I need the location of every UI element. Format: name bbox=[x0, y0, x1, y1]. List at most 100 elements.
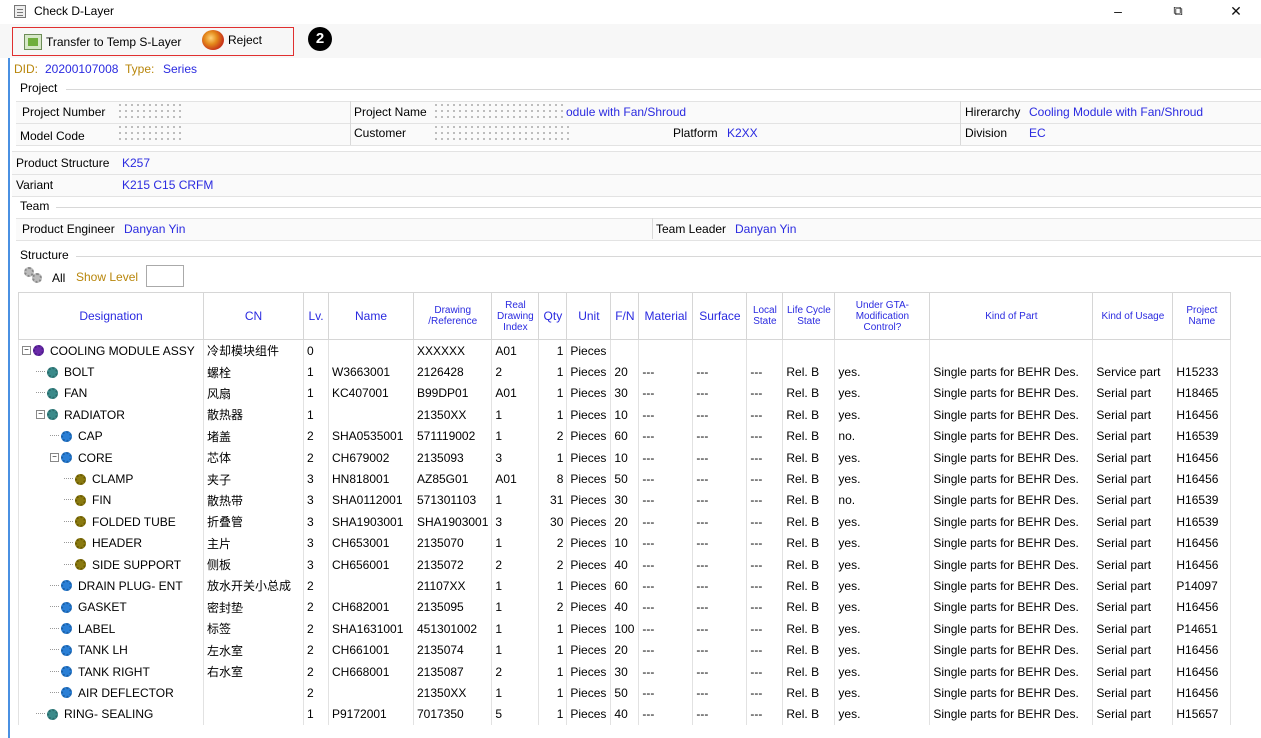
table-cell-kind-usage: Serial part bbox=[1092, 382, 1174, 405]
reject-button[interactable]: Reject bbox=[202, 30, 262, 50]
table-cell-unit: Pieces bbox=[566, 596, 612, 619]
column-header[interactable]: CN bbox=[203, 292, 304, 340]
tree-connector bbox=[64, 499, 73, 501]
callout-number-badge: 2 bbox=[308, 27, 332, 51]
close-button[interactable]: ✕ bbox=[1216, 0, 1256, 24]
product-structure-value: K257 bbox=[122, 156, 151, 170]
table-row[interactable]: FOLDED TUBE 折叠管 3 SHA1903001 SHA1903001 3 30 Pi… bbox=[18, 511, 1232, 533]
column-header[interactable]: Drawing /Reference bbox=[412, 292, 493, 340]
table-row[interactable]: BOLT 螺栓 1 W3663001 2126428 2 1 Pieces 20 --- --- --… bbox=[18, 361, 1232, 383]
column-header[interactable]: Under GTA-Modification Control? bbox=[834, 292, 931, 340]
table-cell-kind-part: Single parts for BEHR Des. bbox=[929, 639, 1094, 661]
column-header[interactable]: Life Cycle State bbox=[782, 292, 836, 340]
table-cell-surface: --- bbox=[692, 703, 748, 726]
project-name-value: odule with Fan/Shroud bbox=[566, 105, 687, 119]
table-cell-lifecycle: Rel. B bbox=[782, 489, 836, 512]
table-cell-lifecycle: Rel. B bbox=[782, 511, 836, 533]
table-row[interactable]: − COOLING MODULE ASSY 冷却模块组件 0 XXXXXX A01 1 Pie… bbox=[18, 339, 1232, 362]
table-cell-lifecycle: Rel. B bbox=[782, 361, 836, 383]
minimize-button[interactable]: – bbox=[1098, 0, 1138, 24]
table-cell-local: --- bbox=[746, 575, 784, 597]
table-row[interactable]: HEADER 主片 3 CH653001 2135070 1 2 Pieces 10 --- ---… bbox=[18, 532, 1232, 554]
table-cell-kind-usage: Serial part bbox=[1092, 489, 1174, 512]
table-row[interactable]: FIN 散热带 3 SHA0112001 571301103 1 31 Pieces 30 ---… bbox=[18, 489, 1232, 512]
table-cell-lifecycle: Rel. B bbox=[782, 532, 836, 554]
table-cell-surface: --- bbox=[692, 489, 748, 512]
collapse-toggle[interactable]: − bbox=[22, 346, 31, 356]
table-cell-gta: yes. bbox=[834, 361, 931, 383]
table-cell-unit: Pieces bbox=[566, 553, 612, 576]
tree-connector bbox=[50, 435, 59, 437]
column-header[interactable]: Kind of Usage bbox=[1092, 292, 1174, 340]
table-cell-kind-usage: Serial part bbox=[1092, 575, 1174, 597]
collapse-toggle[interactable]: − bbox=[36, 410, 45, 420]
column-header[interactable]: Lv. bbox=[303, 292, 329, 340]
table-row[interactable]: SIDE SUPPORT 侧板 3 CH656001 2135072 2 2 Pieces 40… bbox=[18, 553, 1232, 576]
table-cell-project: H16539 bbox=[1172, 425, 1232, 447]
table-row[interactable]: CAP 堵盖 2 SHA0535001 571119002 1 2 Pieces 60 --- --… bbox=[18, 425, 1232, 447]
table-cell-project: H15657 bbox=[1172, 703, 1232, 726]
table-cell-drawing: 2135074 bbox=[412, 639, 493, 661]
table-cell-project: H16456 bbox=[1172, 639, 1232, 661]
column-header[interactable]: Material bbox=[638, 292, 694, 340]
table-cell-kind-usage: Serial part bbox=[1092, 596, 1174, 619]
restore-button[interactable]: ⧉ bbox=[1158, 0, 1198, 24]
redacted-customer bbox=[433, 124, 573, 142]
table-cell-cn: 冷却模块组件 bbox=[203, 339, 304, 362]
collapse-toggle[interactable]: − bbox=[50, 453, 59, 463]
column-header[interactable]: Real Drawing Index bbox=[491, 292, 540, 340]
table-cell-lv: 1 bbox=[303, 703, 329, 726]
table-row[interactable]: CLAMP 夹子 3 HN818001 AZ85G01 A01 8 Pieces 50 --- --… bbox=[18, 468, 1232, 490]
table-cell-lv: 3 bbox=[303, 489, 329, 512]
table-cell-unit: Pieces bbox=[566, 703, 612, 726]
column-header[interactable]: Name bbox=[328, 292, 414, 340]
table-cell-surface: --- bbox=[692, 425, 748, 447]
table-row[interactable]: FAN 风扇 1 KC407001 B99DP01 A01 1 Pieces 30 --- --- -… bbox=[18, 382, 1232, 405]
column-header[interactable]: F/N bbox=[610, 292, 640, 340]
table-row[interactable]: DRAIN PLUG- ENT 放水开关小总成 2 21107XX 1 1 Pieces 60… bbox=[18, 575, 1232, 597]
table-cell-name bbox=[328, 682, 414, 704]
table-row[interactable]: GASKET 密封垫 2 CH682001 2135095 1 2 Pieces 40 --- --… bbox=[18, 596, 1232, 619]
column-header[interactable]: Local State bbox=[746, 292, 784, 340]
transfer-button[interactable]: Transfer to Temp S-Layer bbox=[24, 33, 181, 51]
column-header[interactable]: Kind of Part bbox=[929, 292, 1094, 340]
table-cell-drawing: 2135087 bbox=[412, 660, 493, 683]
divider bbox=[960, 101, 961, 145]
column-header[interactable]: Qty bbox=[538, 292, 568, 340]
gears-icon[interactable] bbox=[24, 267, 46, 285]
table-cell-lifecycle: Rel. B bbox=[782, 618, 836, 640]
show-level-input[interactable] bbox=[146, 265, 184, 287]
column-header[interactable]: Unit bbox=[566, 292, 612, 340]
all-button[interactable]: All bbox=[52, 271, 65, 285]
table-cell-drawing: 571301103 bbox=[412, 489, 493, 512]
table-cell-local: --- bbox=[746, 382, 784, 405]
table-cell-index: 2 bbox=[491, 660, 540, 683]
table-cell-designation: SIDE SUPPORT bbox=[18, 553, 204, 576]
table-cell-designation: − COOLING MODULE ASSY bbox=[18, 339, 204, 362]
column-header[interactable]: Designation bbox=[18, 292, 204, 340]
table-row[interactable]: TANK RIGHT 右水室 2 CH668001 2135087 2 1 Pieces 30-… bbox=[18, 660, 1232, 683]
table-row[interactable]: AIR DEFLECTOR 2 21350XX 1 1 Pieces 50 --- --- ---… bbox=[18, 682, 1232, 704]
designation-text: AIR DEFLECTOR bbox=[78, 685, 174, 700]
table-cell-material: --- bbox=[638, 532, 694, 554]
table-cell-kind-usage bbox=[1092, 339, 1174, 362]
table-cell-kind-usage: Serial part bbox=[1092, 618, 1174, 640]
table-row[interactable]: − CORE 芯体 2 CH679002 2135093 3 1 Pieces 10 --- --- -… bbox=[18, 446, 1232, 469]
table-row[interactable]: RING- SEALING 1 P9172001 7017350 5 1 Pieces 40-… bbox=[18, 703, 1232, 726]
column-header[interactable]: Surface bbox=[692, 292, 748, 340]
table-cell-fn: 20 bbox=[610, 361, 640, 383]
table-cell-material: --- bbox=[638, 596, 694, 619]
table-cell-local: --- bbox=[746, 553, 784, 576]
column-header[interactable]: Project Name bbox=[1172, 292, 1232, 340]
table-row[interactable]: TANK LH 左水室 2 CH661001 2135074 1 1 Pieces 20 --- -… bbox=[18, 639, 1232, 661]
table-cell-qty: 30 bbox=[538, 511, 568, 533]
table-cell-local: --- bbox=[746, 425, 784, 447]
table-row[interactable]: − RADIATOR 散热器 1 21350XX 1 1 Pieces 10 --- --- --- R… bbox=[18, 404, 1232, 426]
transfer-label: Transfer to Temp S-Layer bbox=[46, 35, 182, 49]
table-cell-qty: 1 bbox=[538, 618, 568, 640]
table-cell-designation: TANK RIGHT bbox=[18, 660, 204, 683]
type-label: Type: bbox=[125, 62, 155, 76]
table-cell-cn: 芯体 bbox=[203, 446, 304, 469]
table-cell-qty: 2 bbox=[538, 425, 568, 447]
table-row[interactable]: LABEL 标签 2 SHA1631001 451301002 1 1 Pieces 100 --… bbox=[18, 618, 1232, 640]
